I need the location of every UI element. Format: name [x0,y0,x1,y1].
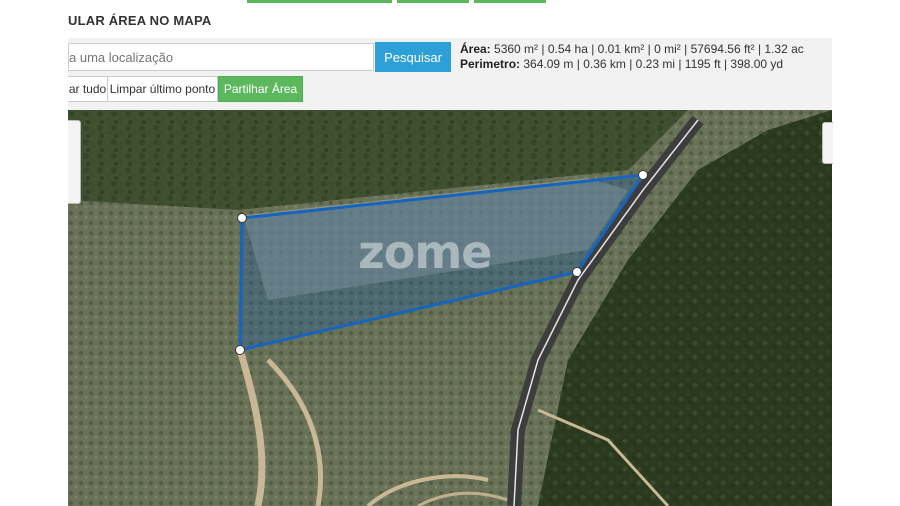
vertex-handle[interactable] [638,170,648,180]
perimeter-row: Perimetro: 364.09 m | 0.36 km | 0.23 mi … [460,57,804,72]
vertex-handle[interactable] [235,345,245,355]
perimeter-value: 364.09 m | 0.36 km | 0.23 mi | 1195 ft |… [523,57,784,71]
search-input[interactable] [68,43,374,71]
zome-watermark: zome [358,225,493,279]
top-tab-3[interactable] [474,0,546,3]
top-tab-1[interactable] [247,0,392,3]
area-label: Área: [460,42,491,56]
top-tab-2[interactable] [397,0,469,3]
map-left-control[interactable] [68,120,81,204]
satellite-map[interactable]: zome [68,110,832,506]
page-title: ULAR ÁREA NO MAPA [68,13,212,28]
map-right-control[interactable] [822,122,833,164]
clear-last-point-button[interactable]: Limpar último ponto [107,76,218,102]
perimeter-label: Perimetro: [460,57,521,71]
area-value: 5360 m² | 0.54 ha | 0.01 km² | 0 mi² | 5… [494,42,804,56]
measurement-stats: Área: 5360 m² | 0.54 ha | 0.01 km² | 0 m… [460,42,804,72]
search-button[interactable]: Pesquisar [375,42,451,72]
control-panel: Pesquisar Área: 5360 m² | 0.54 ha | 0.01… [68,38,832,110]
map-canvas[interactable] [68,110,832,506]
clear-all-button[interactable]: ar tudo [68,76,108,102]
share-area-button[interactable]: Partilhar Área [218,76,303,102]
area-row: Área: 5360 m² | 0.54 ha | 0.01 km² | 0 m… [460,42,804,57]
vertex-handle[interactable] [572,267,582,277]
action-buttons: ar tudo Limpar último ponto Partilhar Ár… [68,76,303,102]
vertex-handle[interactable] [237,213,247,223]
